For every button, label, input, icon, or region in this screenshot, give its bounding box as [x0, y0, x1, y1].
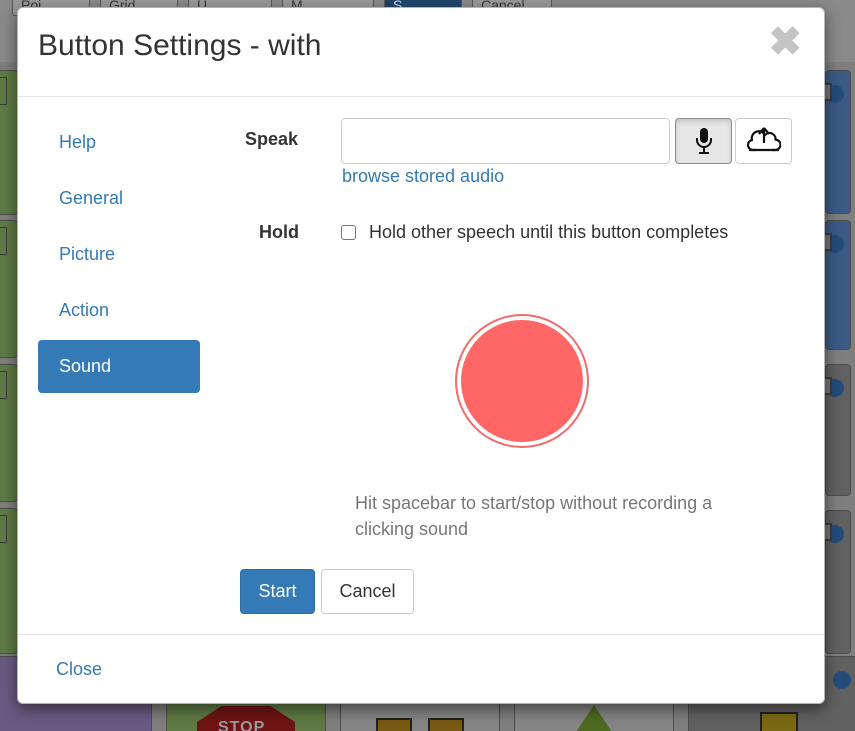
- microphone-icon: [695, 128, 712, 154]
- recording-hint: Hit spacebar to start/stop without recor…: [355, 493, 713, 539]
- browse-stored-audio-link[interactable]: browse stored audio: [342, 166, 504, 187]
- modal-footer: Close: [18, 634, 824, 705]
- upload-audio-button[interactable]: [735, 118, 792, 164]
- tile-image: [376, 718, 412, 731]
- background-tile: [0, 220, 18, 358]
- background-tile: [0, 70, 18, 215]
- settings-sidenav: Help General Picture Action Sound: [38, 116, 200, 396]
- footer-close-link[interactable]: Close: [56, 659, 102, 680]
- sidenav-item-picture[interactable]: Picture: [38, 228, 200, 281]
- hold-checkbox[interactable]: [341, 225, 356, 240]
- modal-title: Button Settings - with: [38, 29, 322, 62]
- speak-input[interactable]: [341, 118, 670, 164]
- background-tile: [814, 510, 851, 654]
- hold-checkbox-label[interactable]: Hold other speech until this button comp…: [369, 222, 728, 243]
- tile-image: [760, 712, 798, 731]
- modal-header: Button Settings - with ✖: [18, 8, 824, 97]
- background-tile: [0, 508, 18, 654]
- record-dot-icon: [461, 320, 583, 442]
- tile-image: [574, 705, 614, 731]
- button-settings-modal: Button Settings - with ✖ Help General Pi…: [17, 7, 825, 704]
- background-tile: [814, 220, 851, 350]
- sidenav-item-general[interactable]: General: [38, 172, 200, 225]
- record-mic-button[interactable]: [675, 118, 732, 164]
- sidenav-item-sound[interactable]: Sound: [38, 340, 200, 393]
- stop-sign-text: STOP: [218, 719, 266, 731]
- upload-cloud-icon: [746, 127, 781, 152]
- record-button[interactable]: [455, 314, 589, 448]
- tile-image: [428, 718, 464, 731]
- close-icon[interactable]: ✖: [768, 22, 802, 62]
- sidenav-item-action[interactable]: Action: [38, 284, 200, 337]
- background-tile: [0, 364, 18, 502]
- speak-label: Speak: [245, 129, 299, 149]
- start-button[interactable]: Start: [240, 569, 315, 614]
- cancel-button[interactable]: Cancel: [321, 569, 414, 614]
- sidenav-item-help[interactable]: Help: [38, 116, 200, 169]
- hold-label: Hold: [259, 222, 299, 242]
- background-tile: [814, 364, 851, 496]
- background-tile: [814, 70, 851, 214]
